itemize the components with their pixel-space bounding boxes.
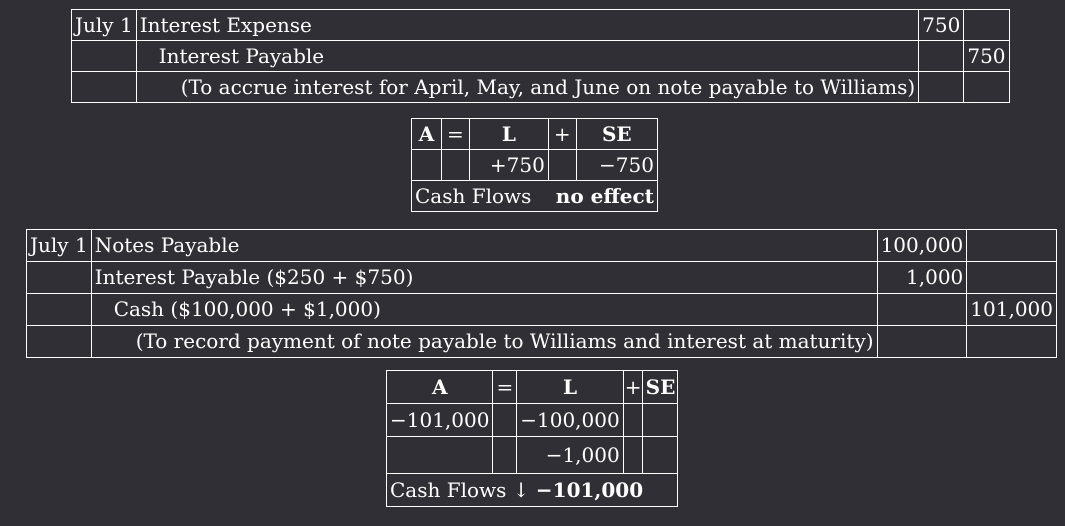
header-assets: A [385, 370, 494, 404]
debit-amount-2: 1,000 [876, 261, 968, 294]
entry-date: July 1 [26, 229, 92, 262]
header-liabilities: L [468, 118, 549, 150]
cash-flows-label: Cash Flows [390, 478, 507, 502]
journal-entry-1: July 1 Interest Expense 750 Interest Pay… [71, 9, 1010, 103]
header-equals: = [492, 370, 518, 404]
table-row: July 1 Interest Expense 750 [71, 9, 1010, 41]
credit-amount: 750 [963, 40, 1010, 72]
cash-flows-value: no effect [555, 184, 654, 208]
cash-flows-label: Cash Flows [415, 184, 532, 208]
accounting-equation-effect-1: A = L + SE +750 −750 Cash Flows no effec… [410, 118, 658, 212]
entry-date: July 1 [71, 9, 137, 41]
debit-amount: 750 [918, 9, 965, 41]
debit-account: Interest Expense [135, 9, 920, 41]
table-row: Cash ($100,000 + $1,000) 101,000 [26, 293, 1057, 326]
table-row: Interest Payable ($250 + $750) 1,000 [26, 261, 1057, 294]
liabilities-change: +750 [468, 149, 549, 181]
equity-change: −750 [575, 149, 658, 181]
table-row: A = L + SE [385, 370, 679, 404]
table-row: (To accrue interest for April, May, and … [71, 71, 1010, 103]
credit-account: Cash ($100,000 + $1,000) [90, 293, 878, 326]
credit-account: Interest Payable [135, 40, 920, 72]
header-assets: A [410, 118, 443, 150]
header-equity: SE [575, 118, 658, 150]
debit-account-1: Notes Payable [90, 229, 878, 262]
cash-flows: Cash Flows ↓ −101,000 [385, 473, 679, 507]
entry-explanation: (To record payment of note payable to Wi… [90, 325, 878, 358]
table-row: Cash Flows ↓ −101,000 [385, 473, 679, 507]
table-row: A = L + SE [410, 118, 658, 150]
table-row: Cash Flows no effect [411, 180, 658, 212]
debit-account-2: Interest Payable ($250 + $750) [90, 261, 878, 294]
table-row: Interest Payable 750 [71, 40, 1010, 72]
table-row: +750 −750 [410, 149, 658, 181]
header-equals: = [441, 118, 470, 150]
entry-explanation: (To accrue interest for April, May, and … [135, 71, 920, 103]
liabilities-change-1: −100,000 [516, 403, 624, 437]
table-row: July 1 Notes Payable 100,000 [26, 229, 1057, 262]
down-arrow-icon: ↓ [512, 478, 530, 502]
journal-entry-2: July 1 Notes Payable 100,000 Interest Pa… [26, 229, 1057, 358]
liabilities-change-2: −1,000 [516, 436, 624, 474]
header-plus: + [622, 370, 644, 404]
table-row: (To record payment of note payable to Wi… [26, 325, 1057, 358]
table-row: −101,000 −100,000 [385, 403, 679, 437]
cash-flows: Cash Flows no effect [411, 180, 658, 212]
credit-amount: 101,000 [966, 293, 1057, 326]
header-equity: SE [642, 370, 679, 404]
debit-amount-1: 100,000 [876, 229, 968, 262]
header-liabilities: L [516, 370, 624, 404]
header-plus: + [547, 118, 577, 150]
accounting-equation-effect-2: A = L + SE −101,000 −100,000 −1,000 Cash… [385, 370, 679, 507]
assets-change: −101,000 [385, 403, 494, 437]
credit-amount-empty [963, 9, 1010, 41]
cash-flows-value: −101,000 [535, 478, 644, 502]
table-row: −1,000 [385, 436, 679, 474]
